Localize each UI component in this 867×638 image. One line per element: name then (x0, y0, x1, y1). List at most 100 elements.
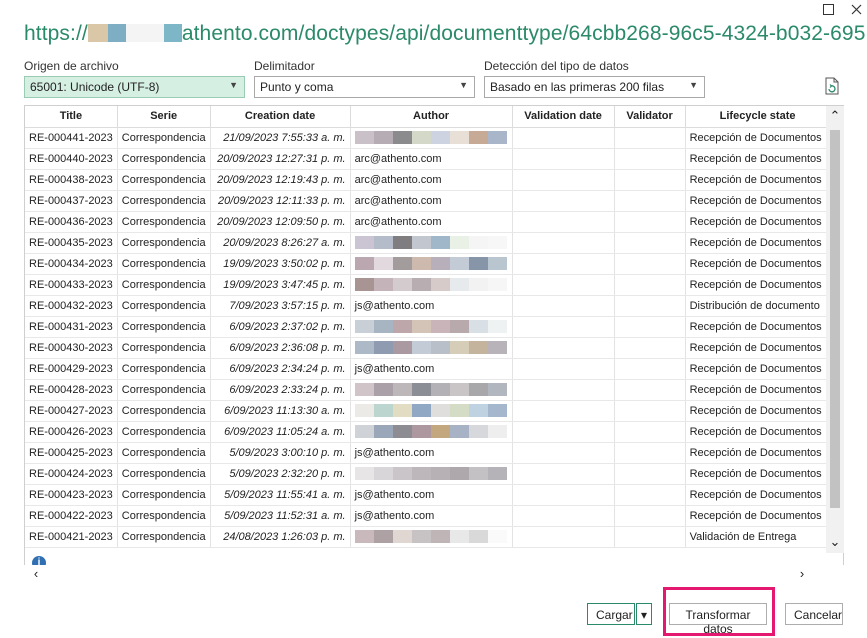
cell-validation-date (512, 337, 615, 359)
load-button[interactable]: Cargar (587, 603, 635, 625)
cell-serie: Correspondencia (117, 316, 211, 338)
cell-creation-date: 6/09/2023 2:34:24 p. m. (210, 358, 351, 380)
cell-title: RE-000435-2023 (25, 232, 118, 254)
table-row[interactable]: RE-000427-2023 Correspondencia 6/09/2023 1… (25, 400, 831, 422)
cell-validation-date (512, 463, 615, 485)
cell-title: RE-000431-2023 (25, 316, 118, 338)
cell-author: arc@athento.com (350, 169, 513, 191)
cell-author (350, 274, 513, 296)
cell-serie: Correspondencia (117, 421, 211, 443)
table-row[interactable]: RE-000423-2023 Correspondencia 5/09/2023 1… (25, 484, 831, 506)
cell-author: js@athento.com (350, 484, 513, 506)
table-row[interactable]: RE-000425-2023 Correspondencia 5/09/2023 3… (25, 442, 831, 464)
cell-validator (614, 463, 686, 485)
refresh-preview-button[interactable] (823, 77, 841, 95)
table-row[interactable]: RE-000431-2023 Correspondencia 6/09/2023 2… (25, 316, 831, 338)
cell-serie: Correspondencia (117, 463, 211, 485)
cell-validator (614, 169, 686, 191)
cancel-button[interactable]: Cancelar (785, 603, 843, 625)
redacted-host-part (163, 24, 182, 42)
redacted-author (354, 530, 507, 543)
cell-validation-date (512, 148, 615, 170)
table-row[interactable]: RE-000424-2023 Correspondencia 5/09/2023 2… (25, 463, 831, 485)
redacted-host (87, 24, 108, 42)
redacted-host-part (107, 24, 126, 42)
data-preview-grid[interactable]: Title Serie Creation date Author Validat… (24, 105, 844, 583)
cell-validation-date (512, 127, 615, 149)
cell-title: RE-000440-2023 (25, 148, 118, 170)
cell-title: RE-000425-2023 (25, 442, 118, 464)
cell-validator (614, 505, 686, 527)
scroll-up-icon[interactable]: ⌃ (827, 108, 843, 124)
cell-validation-date (512, 421, 615, 443)
vertical-scrollbar[interactable]: ⌃ ⌄ (826, 106, 844, 553)
cell-lifecycle-state: Recepción de Documentos (685, 232, 831, 254)
cell-serie: Correspondencia (117, 526, 211, 548)
type-detection-dropdown[interactable]: Basado en las primeras 200 filas ▼ (484, 76, 705, 98)
scroll-left-icon[interactable]: ‹ (28, 566, 44, 581)
cell-serie: Correspondencia (117, 211, 211, 233)
scroll-right-icon[interactable]: › (794, 566, 810, 581)
table-row[interactable]: RE-000426-2023 Correspondencia 6/09/2023 1… (25, 421, 831, 443)
table-row[interactable]: RE-000433-2023 Correspondencia 19/09/2023 … (25, 274, 831, 296)
cell-serie: Correspondencia (117, 169, 211, 191)
load-options-button[interactable]: ▾ (636, 603, 652, 625)
cell-title: RE-000421-2023 (25, 526, 118, 548)
close-button[interactable] (849, 2, 863, 16)
cell-validator (614, 253, 686, 275)
cell-title: RE-000432-2023 (25, 295, 118, 317)
column-header: Lifecycle state (685, 106, 831, 128)
table-row[interactable]: RE-000434-2023 Correspondencia 19/09/2023 … (25, 253, 831, 275)
table-row[interactable]: RE-000435-2023 Correspondencia 20/09/2023 … (25, 232, 831, 254)
transform-data-button[interactable]: Transformar datos (669, 603, 767, 636)
cell-author: js@athento.com (350, 442, 513, 464)
cell-creation-date: 5/09/2023 11:52:31 a. m. (210, 505, 351, 527)
redacted-author (354, 236, 507, 249)
table-row[interactable]: RE-000432-2023 Correspondencia 7/09/2023 3… (25, 295, 831, 317)
cell-validator (614, 211, 686, 233)
cell-creation-date: 19/09/2023 3:47:45 p. m. (210, 274, 351, 296)
cell-author (350, 463, 513, 485)
delimiter-label: Delimitador (254, 59, 315, 73)
file-origin-dropdown[interactable]: 65001: Unicode (UTF-8) ▼ (24, 76, 245, 98)
table-row[interactable]: RE-000428-2023 Correspondencia 6/09/2023 2… (25, 379, 831, 401)
cell-author (350, 127, 513, 149)
cell-creation-date: 20/09/2023 12:27:31 p. m. (210, 148, 351, 170)
table-row[interactable]: RE-000436-2023 Correspondencia 20/09/2023 … (25, 211, 831, 233)
table-row[interactable]: RE-000440-2023 Correspondencia 20/09/2023 … (25, 148, 831, 170)
cell-serie: Correspondencia (117, 127, 211, 149)
cell-title: RE-000426-2023 (25, 421, 118, 443)
cell-creation-date: 5/09/2023 3:00:10 p. m. (210, 442, 351, 464)
cell-lifecycle-state: Recepción de Documentos (685, 274, 831, 296)
redacted-author (354, 341, 507, 354)
cell-title: RE-000428-2023 (25, 379, 118, 401)
cell-validator (614, 526, 686, 548)
table-body: RE-000441-2023 Correspondencia 21/09/2023 … (25, 127, 831, 548)
table-row[interactable]: RE-000421-2023 Correspondencia 24/08/2023 … (25, 526, 831, 548)
cell-author (350, 232, 513, 254)
cell-author: arc@athento.com (350, 211, 513, 233)
table-row[interactable]: RE-000429-2023 Correspondencia 6/09/2023 2… (25, 358, 831, 380)
cell-lifecycle-state: Recepción de Documentos (685, 484, 831, 506)
cell-creation-date: 24/08/2023 1:26:03 p. m. (210, 526, 351, 548)
table-row[interactable]: RE-000422-2023 Correspondencia 5/09/2023 1… (25, 505, 831, 527)
maximize-icon (822, 3, 834, 15)
table-row[interactable]: RE-000441-2023 Correspondencia 21/09/2023 … (25, 127, 831, 149)
cell-serie: Correspondencia (117, 190, 211, 212)
table-row[interactable]: RE-000430-2023 Correspondencia 6/09/2023 2… (25, 337, 831, 359)
maximize-button[interactable] (821, 2, 835, 16)
column-header: Validator (614, 106, 686, 128)
scroll-down-icon[interactable]: ⌄ (827, 534, 843, 550)
url-suffix: athento.com/doctypes/api/documenttype/64… (181, 22, 867, 45)
cell-validation-date (512, 316, 615, 338)
cell-title: RE-000433-2023 (25, 274, 118, 296)
horizontal-scrollbar[interactable]: ‹ › (24, 565, 844, 583)
table-row[interactable]: RE-000438-2023 Correspondencia 20/09/2023 … (25, 169, 831, 191)
cell-serie: Correspondencia (117, 232, 211, 254)
delimiter-dropdown[interactable]: Punto y coma ▼ (254, 76, 475, 98)
scrollbar-thumb[interactable] (830, 130, 840, 508)
cell-validator (614, 442, 686, 464)
cell-creation-date: 6/09/2023 2:36:08 p. m. (210, 337, 351, 359)
table-row[interactable]: RE-000437-2023 Correspondencia 20/09/2023 … (25, 190, 831, 212)
cell-validation-date (512, 232, 615, 254)
